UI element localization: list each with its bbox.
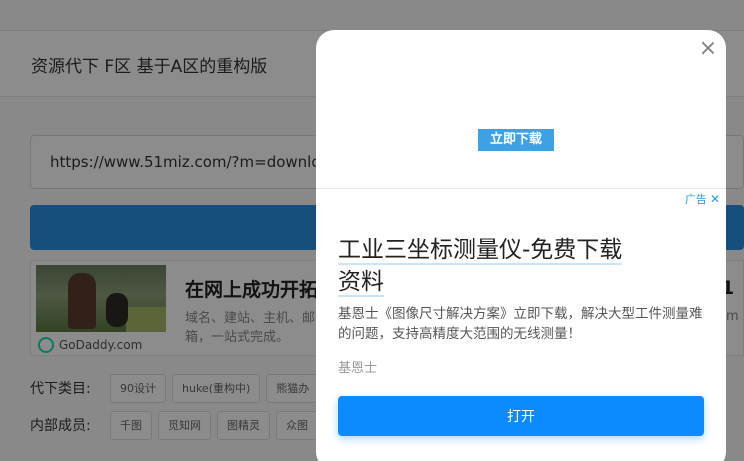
divider xyxy=(316,188,726,189)
close-icon[interactable] xyxy=(699,39,717,57)
ad-choice-close-icon[interactable]: ✕ xyxy=(710,192,720,206)
ad-choice[interactable]: 广告 ✕ xyxy=(685,191,720,207)
open-button[interactable]: 打开 xyxy=(338,396,704,436)
ad-popup: 立即下载 广告 ✕ 工业三坐标测量仪-免费下载 资料 基恩士《图像尺寸解决方案》… xyxy=(316,30,726,461)
promo-brand: 基恩士 xyxy=(338,361,378,376)
promo-description: 基恩士《图像尺寸解决方案》立即下载，解决大型工件测量难的问题，支持高精度大范围的… xyxy=(338,306,703,342)
download-badge[interactable]: 立即下载 xyxy=(478,129,554,151)
promo-title[interactable]: 工业三坐标测量仪-免费下载 资料 xyxy=(338,234,698,298)
promo-title-line2: 资料 xyxy=(338,269,384,297)
ad-choice-label: 广告 xyxy=(684,193,707,206)
promo-title-line1: 工业三坐标测量仪-免费下载 xyxy=(338,237,623,265)
